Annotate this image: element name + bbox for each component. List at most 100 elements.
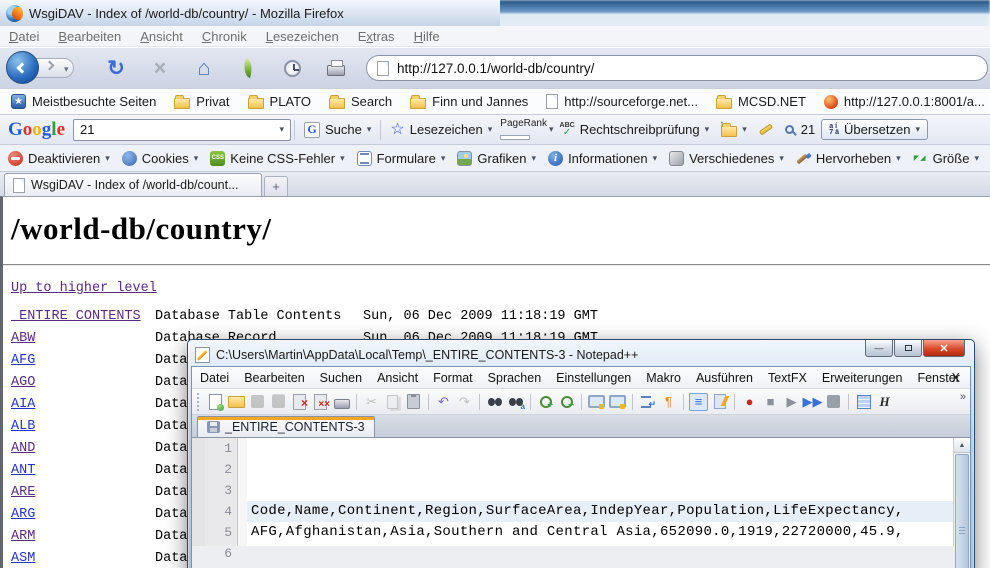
notepadpp-menu-item[interactable]: Sprachen (488, 371, 542, 385)
url-text[interactable]: http://127.0.0.1/world-db/country/ (397, 61, 594, 76)
bookmark-item[interactable]: ★ Meistbesuchte Seiten (6, 92, 161, 111)
devtoolbar-item[interactable]: CSS Keine CSS-Fehler ▾ (206, 149, 348, 168)
history-button[interactable] (280, 56, 304, 80)
editor-text-area[interactable]: Code,Name,Continent,Region,SurfaceArea,I… (247, 438, 953, 546)
up-to-higher-level-link[interactable]: Up to higher level (11, 281, 157, 296)
google-search-button[interactable]: G Suche ▾ (298, 120, 377, 140)
paste-icon[interactable] (404, 393, 423, 411)
macro-record-icon[interactable]: ● (740, 393, 759, 411)
notepadpp-menu-item[interactable]: Ausführen (696, 371, 753, 385)
macro-play-icon[interactable]: ▶ (782, 393, 801, 411)
google-search-value[interactable]: 21 (80, 122, 94, 137)
find-icon[interactable] (485, 393, 504, 411)
highlighter-button[interactable] (753, 125, 779, 134)
devtoolbar-item[interactable]: i Informationen ▾ (544, 149, 661, 168)
firefox-menu-item[interactable]: Chronik (202, 29, 247, 44)
word-wrap-icon[interactable] (638, 393, 657, 411)
sync-scroll-v-icon[interactable] (587, 393, 606, 411)
new-tab-button[interactable]: + (264, 176, 288, 196)
notepadpp-titlebar[interactable]: C:\Users\Martin\AppData\Local\Temp\_ENTI… (191, 343, 971, 366)
function-list-icon[interactable] (710, 393, 729, 411)
notepadpp-menu-item[interactable]: Ansicht (377, 371, 418, 385)
entry-link[interactable]: AND (11, 438, 155, 460)
macro-run-icon[interactable]: ▶▶ (803, 393, 822, 411)
copy-icon[interactable] (383, 393, 402, 411)
undo-icon[interactable]: ↶ (434, 393, 453, 411)
entry-link[interactable]: AIA (11, 394, 155, 416)
reload-button[interactable]: ↻ (104, 56, 128, 80)
bookmark-item[interactable]: http://127.0.0.1:8001/a... (819, 92, 990, 111)
bookmark-item[interactable]: PLATO (243, 92, 316, 111)
show-symbols-icon[interactable]: ¶ (659, 393, 678, 411)
devtoolbar-item[interactable]: Deaktivieren ▾ (4, 149, 114, 168)
replace-icon[interactable] (506, 393, 525, 411)
bookmark-item[interactable]: Privat (169, 92, 234, 111)
search-dropdown-caret[interactable]: ▾ (279, 124, 284, 135)
zoom-out-icon[interactable] (557, 393, 576, 411)
sage-feed-button[interactable] (236, 56, 260, 80)
notepadpp-menu-item[interactable]: TextFX (768, 371, 807, 385)
firefox-menu-item[interactable]: Extras (358, 29, 395, 44)
notepadpp-menu-item[interactable]: Makro (646, 371, 681, 385)
toolbar-overflow-chevron[interactable]: » (960, 391, 966, 403)
save-all-icon[interactable] (269, 393, 288, 411)
url-bar[interactable]: http://127.0.0.1/world-db/country/ (366, 55, 988, 81)
firefox-menu-item[interactable]: Datei (9, 29, 39, 44)
devtoolbar-item[interactable]: Grafiken ▾ (453, 149, 540, 168)
notepadpp-menu-item[interactable]: Erweiterungen (822, 371, 903, 385)
firefox-tab[interactable]: WsgiDAV - Index of /world-db/count... (4, 173, 262, 196)
textfx-h-icon[interactable]: H (875, 393, 894, 411)
sync-scroll-h-icon[interactable] (608, 393, 627, 411)
devtoolbar-item[interactable]: Hervorheben ▾ (792, 149, 905, 168)
entry-link[interactable]: ALB (11, 416, 155, 438)
devtoolbar-item[interactable]: ◤◢ Größe ▾ (909, 149, 983, 168)
entry-link[interactable]: ANT (11, 460, 155, 482)
entry-link[interactable]: ABW (11, 328, 155, 350)
entry-link[interactable]: ASM (11, 548, 155, 568)
close-file-icon[interactable] (290, 393, 309, 411)
entry-link[interactable]: _ENTIRE_CONTENTS (11, 306, 155, 328)
macro-stop-icon[interactable]: ■ (761, 393, 780, 411)
minimize-button[interactable]: — (865, 340, 893, 357)
spellcheck-button[interactable]: ABC✓ Rechtschreibprüfung ▾ (554, 120, 716, 140)
scrollbar-thumb[interactable] (955, 454, 969, 568)
bookmark-item[interactable]: Search (324, 92, 397, 111)
print-button[interactable] (324, 56, 348, 80)
firefox-menu-item[interactable]: Lesezeichen (266, 29, 339, 44)
firefox-menu-item[interactable]: Hilfe (414, 29, 440, 44)
notepadpp-menu-item[interactable]: Datei (200, 371, 229, 385)
restore-button[interactable] (894, 340, 922, 357)
new-file-icon[interactable] (206, 393, 225, 411)
notepadpp-menu-item[interactable]: Bearbeiten (244, 371, 304, 385)
notepadpp-menu-item[interactable]: Suchen (320, 371, 362, 385)
bookmark-item[interactable]: Finn und Jannes (405, 92, 533, 111)
bookmark-item[interactable]: MCSD.NET (711, 92, 811, 111)
home-button[interactable]: ⌂ (192, 56, 216, 80)
devtoolbar-item[interactable]: Verschiedenes ▾ (665, 149, 788, 168)
entry-link[interactable]: ARE (11, 482, 155, 504)
devtoolbar-item[interactable]: Cookies ▾ (118, 149, 203, 168)
save-file-icon[interactable] (248, 393, 267, 411)
print-file-icon[interactable] (332, 393, 351, 411)
notepadpp-tab[interactable]: _ENTIRE_CONTENTS-3 (197, 416, 375, 437)
notepadpp-menu-close[interactable]: X (952, 371, 960, 385)
entry-link[interactable]: ARM (11, 526, 155, 548)
google-bookmarks-button[interactable]: ☆ Lesezeichen ▾ (384, 120, 498, 140)
notepadpp-editor[interactable]: 123456 Code,Name,Continent,Region,Surfac… (192, 438, 970, 546)
entry-link[interactable]: AFG (11, 350, 155, 372)
plugin-grid-icon[interactable] (854, 393, 873, 411)
history-dropdown-caret[interactable]: ▾ (64, 64, 69, 75)
editor-line[interactable]: NLD,Netherlands,Europe,Western Europe,41… (247, 543, 953, 546)
open-file-icon[interactable] (227, 393, 246, 411)
translate-button[interactable]: aí 7ä Übersetzen ▾ (821, 119, 928, 140)
firefox-menu-item[interactable]: Ansicht (140, 29, 183, 44)
editor-line[interactable]: Code,Name,Continent,Region,SurfaceArea,I… (247, 501, 953, 522)
editor-line[interactable]: AFG,Afghanistan,Asia,Southern and Centra… (247, 522, 953, 543)
word-find-button[interactable]: 21 (779, 120, 821, 139)
indent-guide-icon[interactable]: ≡ (689, 393, 708, 411)
vertical-scrollbar[interactable]: ▲ (953, 438, 970, 546)
macro-save-icon[interactable] (824, 393, 843, 411)
stop-button[interactable]: × (148, 56, 172, 80)
cut-icon[interactable]: ✂ (362, 393, 381, 411)
close-button[interactable]: ✕ (923, 340, 965, 357)
